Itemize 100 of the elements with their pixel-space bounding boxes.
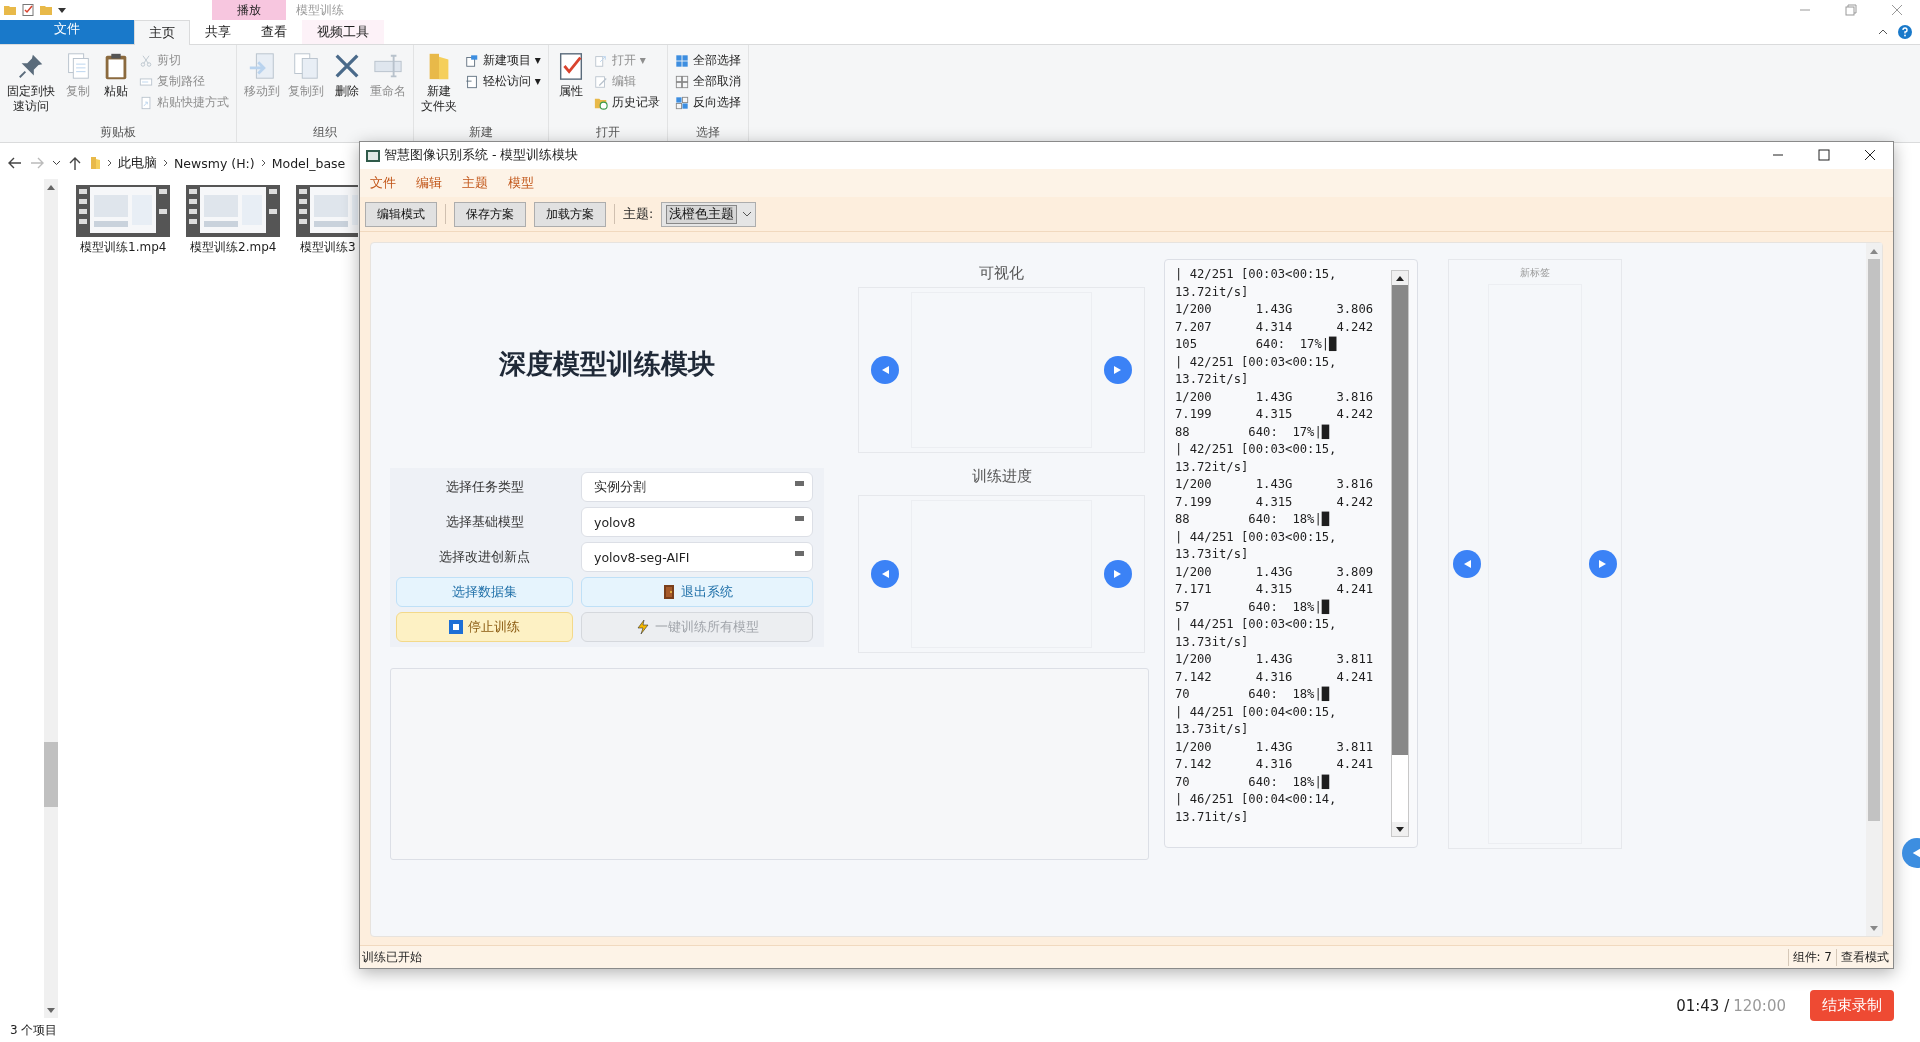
up-arrow-icon[interactable] [69,156,81,170]
select-field[interactable]: yolov8 [581,507,813,537]
ribbon-button[interactable]: 粘贴 [98,49,134,124]
panel-title: 可视化 [978,262,1025,284]
ribbon-tab[interactable]: 共享 [190,20,246,44]
previous-button[interactable] [871,560,899,588]
open-icon [593,53,608,68]
triangle-left-icon [1463,560,1471,568]
theme-label: 主题: [623,205,654,223]
scroll-up-button[interactable] [1392,271,1408,285]
next-button[interactable] [1104,356,1132,384]
file-name[interactable]: 模型训练2.mp4 [186,239,286,256]
theme-dropdown[interactable]: 浅橙色主题 [661,201,757,227]
log-line: 7.199 4.315 4.242 [1175,493,1375,511]
triangle-left-icon [881,570,889,578]
log-line: | 42/251 [00:03<00:15, [1175,441,1338,458]
log-line: 105 640: 17%|█ [1175,336,1338,353]
ribbon-button[interactable]: 反向选择 [671,93,744,112]
group-label: 剪贴板 [99,124,137,141]
file-name[interactable]: 模型训练1.mp4 [76,239,176,256]
folder-icon [89,156,101,170]
back-icon[interactable] [8,157,22,169]
log-line: 13.73it/s] [1175,721,1250,738]
collapse-icon[interactable] [1878,29,1888,35]
ribbon-tab[interactable]: 主页 [134,20,190,45]
ribbon-tab[interactable]: 文件 [0,20,134,44]
ribbon-button[interactable]: 固定到快 速访问 [4,49,58,124]
copy-document-icon [291,51,321,81]
action-button[interactable]: 停止训练 [396,612,573,642]
ribbon-tab[interactable]: 查看 [246,20,302,44]
ribbon-button[interactable]: 新建项目 ▾ [462,51,544,70]
triangle-left-icon [881,366,889,374]
log-line: | 42/251 [00:03<00:15, [1175,266,1338,283]
ribbon-button[interactable]: 删除 [329,49,365,124]
log-line: 57 640: 18%|█ [1175,598,1331,616]
scissors-icon [139,53,153,68]
scrollbar-thumb[interactable] [1392,285,1408,755]
log-line: 70 640: 18%|█ [1175,686,1331,703]
chevron-right-icon[interactable] [163,159,168,167]
menu-item[interactable]: 主题 [456,172,494,194]
previous-button[interactable] [871,356,899,384]
door-icon [661,585,676,599]
ribbon-button[interactable]: 历史记录 [590,93,663,112]
log-line: 1/200 1.43G 3.811 [1175,651,1375,668]
toolbar-button[interactable]: 保存方案 [454,201,526,227]
breadcrumb[interactable]: Model_base [271,155,346,171]
action-button[interactable]: 退出系统 [581,577,813,607]
panel-title: 训练进度 [970,465,1033,487]
ribbon-button[interactable]: 全部选择 [671,51,744,70]
move-document-icon [247,51,277,81]
chevron-down-icon[interactable] [52,160,61,166]
ribbon-tab[interactable]: 视频工具 [302,20,384,44]
next-button[interactable] [1104,560,1132,588]
select-field[interactable]: 实例分割 [581,472,813,502]
ribbon-button[interactable]: 属性 [552,49,589,124]
log-line: 7.142 4.316 4.241 [1175,668,1375,686]
log-line: 1/200 1.43G 3.809 [1175,563,1375,581]
log-line: 13.73it/s] [1175,633,1250,651]
next-button[interactable] [1589,550,1617,578]
menu-item[interactable]: 编辑 [410,172,448,194]
chevron-right-icon[interactable] [107,159,112,167]
forward-icon[interactable] [30,157,44,169]
previous-button[interactable] [1453,550,1481,578]
ribbon-button[interactable]: 轻松访问 ▾ [462,72,544,91]
toolbar-button[interactable]: 加载方案 [534,201,606,227]
scrollbar-thumb[interactable] [44,742,58,807]
select-field[interactable]: yolov8-seg-AIFI [581,542,813,572]
breadcrumb[interactable]: 此电脑 [118,154,157,172]
log-line: | 46/251 [00:04<00:14, [1175,791,1338,808]
properties-icon[interactable] [22,4,34,16]
triangle-down-icon [47,1007,55,1013]
field-label: 选择基础模型 [444,513,525,531]
action-button[interactable]: 选择数据集 [396,577,573,607]
breadcrumb[interactable]: Newsmy (H:) [174,155,255,171]
help-icon[interactable] [1898,25,1912,39]
log-line: 13.72it/s] [1175,371,1250,388]
stop-icon [449,620,463,634]
log-line: 13.72it/s] [1175,283,1250,301]
log-line: 7.199 4.315 4.242 [1175,406,1375,423]
group-label: 打开 [594,124,621,141]
triangle-up-icon [1396,275,1404,281]
triangle-up-icon [47,184,55,190]
scrollbar-thumb[interactable] [1868,259,1880,821]
dropdown-icon[interactable] [58,7,66,13]
log-line: 7.171 4.315 4.241 [1175,581,1375,598]
menu-item[interactable]: 模型 [502,172,540,194]
group-label: 新建 [467,124,494,141]
stop-recording-button[interactable]: 结束录制 [1810,990,1894,1021]
scroll-down-button[interactable] [1392,822,1408,836]
toolbar-button[interactable]: 编辑模式 [365,201,437,227]
ribbon-button[interactable]: 全部取消 [671,72,744,91]
menu-item[interactable]: 文件 [364,172,402,194]
grid-icon [674,53,689,68]
new-item-icon [465,53,479,68]
log-line: | 44/251 [00:04<00:15, [1175,703,1338,721]
ribbon-button[interactable]: 新建 文件夹 [418,49,460,124]
group-label: 组织 [312,124,338,141]
chevron-right-icon[interactable] [260,159,266,167]
file-name[interactable]: 模型训练3 [296,239,358,256]
caret-icon [743,211,752,217]
